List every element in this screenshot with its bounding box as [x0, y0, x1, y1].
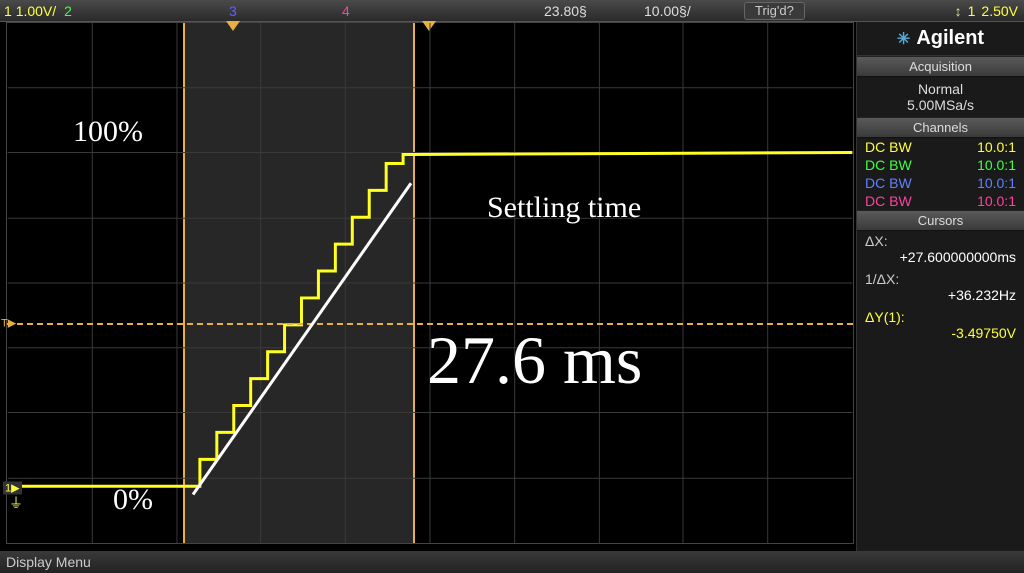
delay-readout: 23.80§ [540, 3, 591, 19]
ground-icon: ⏚ [9, 493, 23, 513]
dy-label: ΔY(1): [857, 307, 1024, 325]
acq-rate: 5.00MSa/s [857, 97, 1024, 113]
display-menu-label[interactable]: Display Menu [6, 554, 91, 570]
channels-header[interactable]: Channels [857, 117, 1024, 138]
ch2-indicator: 2 [60, 3, 76, 19]
side-panel: ✳ Agilent Acquisition Normal 5.00MSa/s C… [856, 22, 1024, 551]
invdx-value: +36.232Hz [857, 287, 1024, 307]
brand-name: Agilent [916, 27, 984, 50]
channel-row-4: DC BW 10.0:1 [857, 192, 1024, 210]
trigger-level: 2.50V [981, 3, 1018, 19]
label-title: Settling time [487, 191, 641, 225]
invdx-label: 1/ΔX: [857, 269, 1024, 287]
channel-row-1: DC BW 10.0:1 [857, 138, 1024, 156]
bottom-bar: Display Menu [0, 551, 1024, 573]
spark-icon: ✳ [897, 29, 910, 49]
trigger-channel: 1 [968, 3, 976, 19]
dx-label: ΔX: [857, 231, 1024, 249]
ch3-indicator: 3 [225, 3, 241, 19]
acquisition-body: Normal 5.00MSa/s [857, 77, 1024, 117]
top-bar: 1 1.00V/ 2 3 4 23.80§ 10.00§/ Trig'd? ↕ … [0, 0, 1024, 22]
acquisition-header[interactable]: Acquisition [857, 56, 1024, 77]
label-value: 27.6 ms [427, 321, 642, 400]
grid-svg [7, 23, 853, 543]
label-100pct: 100% [73, 115, 143, 149]
cursors-header[interactable]: Cursors [857, 210, 1024, 231]
waveform-display[interactable]: T▶ 1▶ ⏚ 100% 0% Settling time 27.6 ms [6, 22, 854, 544]
timebase-readout: 10.00§/ [640, 3, 695, 19]
cursors-body: ΔX: +27.600000000ms 1/ΔX: +36.232Hz ΔY(1… [857, 231, 1024, 345]
acq-mode: Normal [857, 81, 1024, 97]
dy-value: -3.49750V [857, 325, 1024, 345]
trigger-status-button[interactable]: Trig'd? [744, 2, 805, 20]
trigger-tag-icon: T▶ [1, 317, 16, 330]
channel-row-3: DC BW 10.0:1 [857, 174, 1024, 192]
brand-row: ✳ Agilent [857, 22, 1024, 56]
updown-icon: ↕ [955, 3, 962, 19]
label-0pct: 0% [113, 483, 153, 517]
ch1-indicator: 1 1.00V/ [0, 3, 60, 19]
ch4-indicator: 4 [338, 3, 354, 19]
channel-row-2: DC BW 10.0:1 [857, 156, 1024, 174]
dx-value: +27.600000000ms [857, 249, 1024, 269]
channels-body: DC BW 10.0:1 DC BW 10.0:1 DC BW 10.0:1 D… [857, 138, 1024, 210]
